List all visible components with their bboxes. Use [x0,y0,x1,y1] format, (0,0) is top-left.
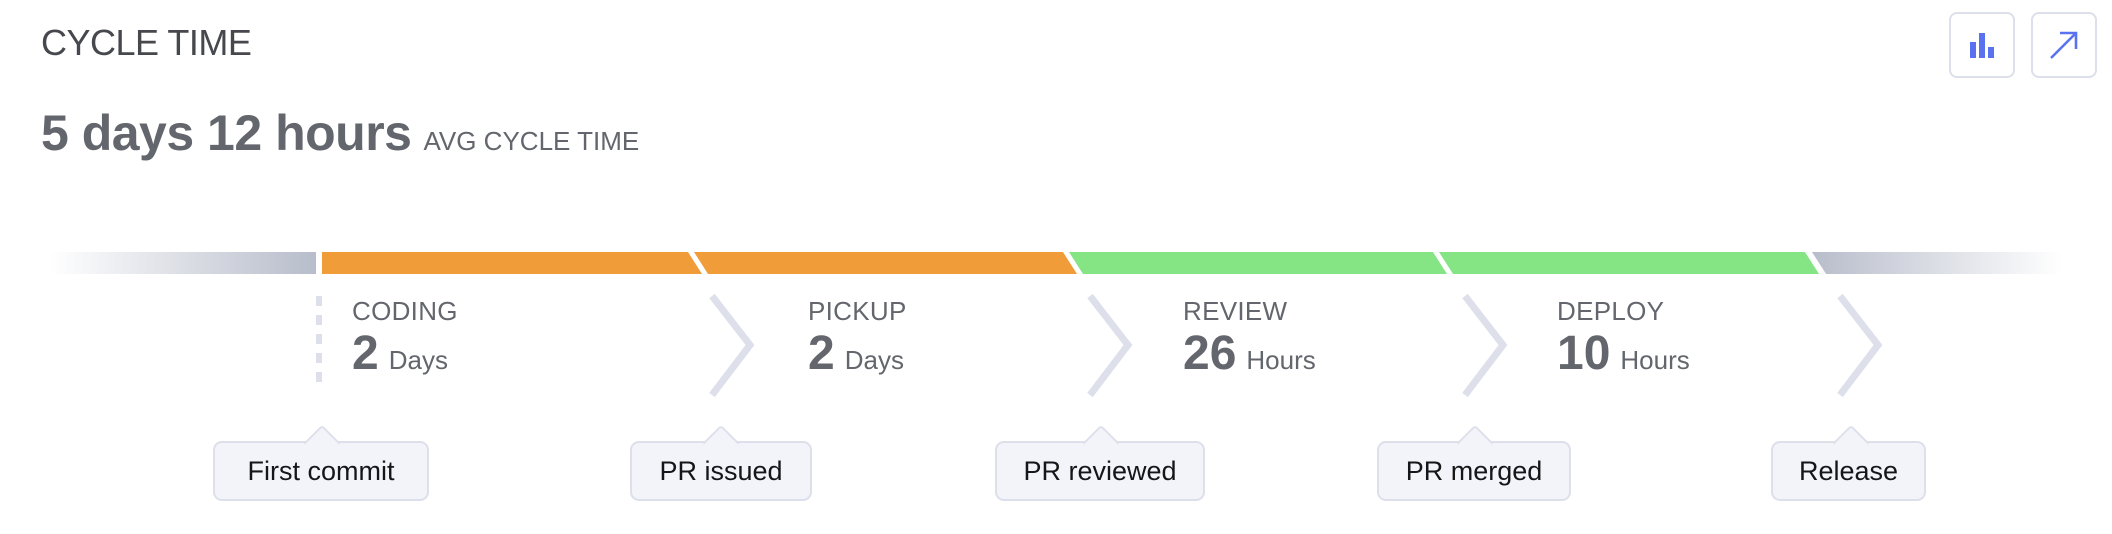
stage-value: 2 [808,327,835,380]
stage-name: DEPLOY [1557,296,1665,326]
stage-deploy: DEPLOY 10 Hours [1557,296,1690,391]
timeline-fade-end [1812,252,2062,274]
milestone-pr-issued[interactable]: PR issued [630,424,812,501]
milestone-label: PR merged [1405,455,1543,486]
timeline-segment-review [1069,252,1447,274]
chevron-right-icon [1837,293,1883,398]
timeline-fade-start [50,252,316,274]
stage-review: REVIEW 26 Hours [1183,296,1316,391]
stage-unit: Hours [1246,345,1316,375]
milestone-pr-merged[interactable]: PR merged [1377,424,1571,501]
stage-value: 26 [1183,327,1237,380]
milestone-pr-reviewed[interactable]: PR reviewed [995,424,1205,501]
stage-name: PICKUP [808,296,907,326]
chevron-right-icon [1462,293,1508,398]
milestone-label: First commit [247,455,395,486]
stage-value: 2 [352,327,379,380]
stage-coding: CODING 2 Days [352,296,458,391]
timeline-segment-coding [322,252,702,274]
chevron-right-icon [1087,293,1133,398]
stage-unit: Days [388,345,448,375]
milestone-label: Release [1798,455,1899,486]
timeline-segment-deploy [1439,252,1819,274]
stage-unit: Days [844,345,904,375]
milestone-release[interactable]: Release [1771,424,1926,501]
timeline-segment-pickup [694,252,1077,274]
chevron-right-icon [709,293,755,398]
stage-pickup: PICKUP 2 Days [808,296,907,391]
milestone-label: PR issued [659,455,783,486]
stage-name: CODING [352,296,458,326]
stage-unit: Hours [1620,345,1690,375]
milestone-first-commit[interactable]: First commit [213,424,429,501]
milestone-label: PR reviewed [1023,455,1177,486]
stage-value: 10 [1557,327,1611,380]
stage-name: REVIEW [1183,296,1288,326]
